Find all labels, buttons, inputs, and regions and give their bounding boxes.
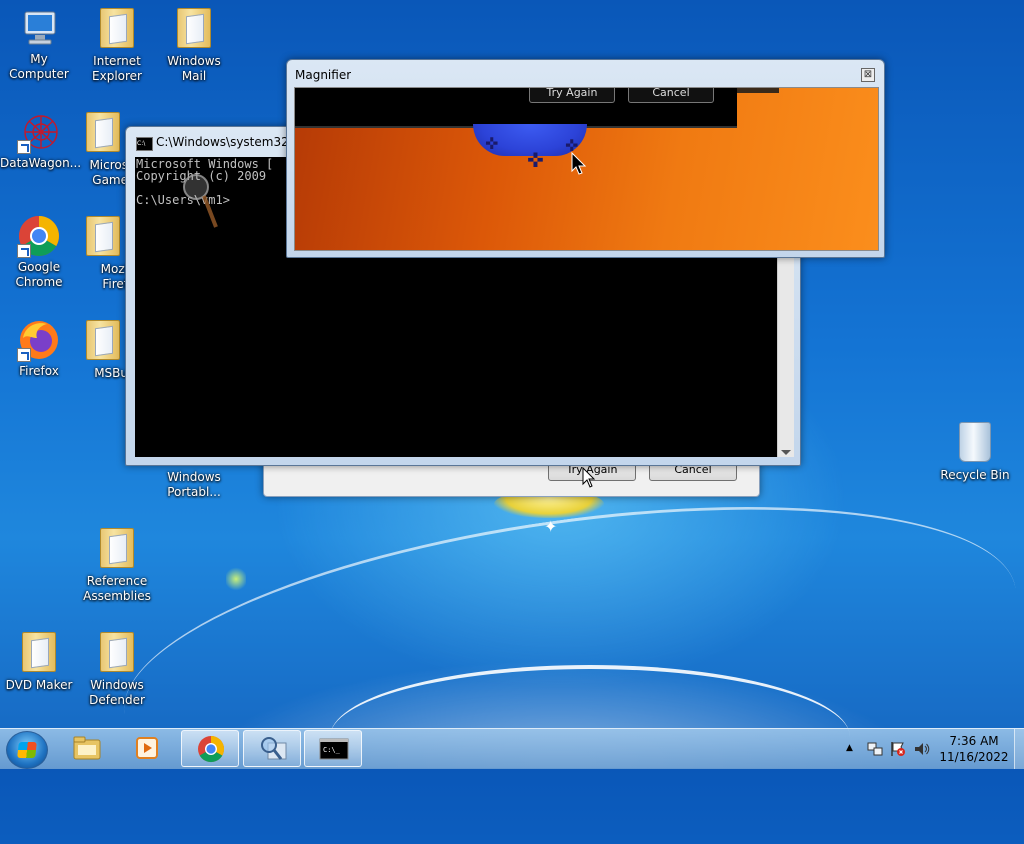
- cmd-window-title: C:\Windows\system32\c: [156, 135, 286, 149]
- magnified-view: Try Again Cancel ✜ ✜ ✜: [294, 87, 879, 251]
- shortcut-arrow-icon: [17, 244, 31, 258]
- folder-icon: [81, 320, 125, 364]
- windows-logo-icon: [17, 742, 37, 758]
- clock-time: 7:36 AM: [949, 734, 999, 748]
- chrome-icon: [17, 214, 61, 258]
- magnified-dialog: Try Again Cancel: [295, 88, 737, 128]
- magnifier-window[interactable]: Magnifier ⊠ Try Again Cancel ✜ ✜ ✜: [286, 59, 885, 258]
- desktop-icon-label: Google Chrome: [15, 260, 63, 289]
- media-player-icon: [136, 737, 158, 759]
- chrome-icon: [198, 735, 225, 763]
- desktop-icon-google-chrome[interactable]: Google Chrome: [0, 214, 78, 290]
- sparkle-icon: ✜: [485, 134, 499, 153]
- desktop-icon-label: Reference Assemblies: [83, 574, 151, 603]
- desktop-icon-label: Firefox: [19, 364, 59, 378]
- desktop-icon-label: DataWagon...: [0, 156, 82, 170]
- folder-icon: [81, 216, 125, 260]
- magnifier-lens-icon: [183, 174, 218, 228]
- taskbar: C:\_ ▲ 7:36 AM 11/16/2022: [0, 728, 1024, 769]
- taskbar-media-player[interactable]: [118, 730, 176, 767]
- desktop-icon-label: MSBu: [94, 366, 128, 380]
- cmd-icon: C:\_: [319, 738, 349, 760]
- folder-icon: [81, 112, 125, 156]
- computer-icon: [17, 6, 61, 50]
- scroll-down-icon[interactable]: [781, 450, 791, 455]
- shortcut-arrow-icon: [17, 140, 31, 154]
- desktop-icon-label: Micros Game: [89, 158, 128, 187]
- folder-icon: [172, 8, 216, 52]
- desktop-icon-mozilla-firefox[interactable]: Mozi Firef: [78, 214, 128, 292]
- shortcut-arrow-icon: [17, 348, 31, 362]
- firefox-icon: [17, 318, 61, 362]
- desktop-icon-windows-mail[interactable]: Windows Mail: [155, 6, 233, 84]
- system-tray: ▲: [842, 729, 932, 769]
- taskbar-chrome[interactable]: [181, 730, 239, 767]
- taskbar-cmd[interactable]: C:\_: [304, 730, 362, 767]
- desktop-icon-label: Recycle Bin: [940, 468, 1010, 482]
- desktop-icon-label: Mozi Firef: [100, 262, 128, 291]
- recycle-bin-icon: [953, 422, 997, 466]
- magnifier-icon: [261, 737, 287, 760]
- magnified-cancel-button: Cancel: [628, 88, 714, 103]
- desktop-icon-label: Windows Portabl...: [167, 470, 221, 499]
- folder-icon: [95, 8, 139, 52]
- desktop-icon-label: Windows Mail: [167, 54, 221, 83]
- taskbar-magnifier[interactable]: [243, 730, 301, 767]
- magnified-try-again-button: Try Again: [529, 88, 615, 103]
- cmd-icon: C:\: [136, 137, 153, 151]
- sparkle-icon: ✜: [527, 148, 544, 172]
- desktop-icon-label: Windows Defender: [89, 678, 145, 707]
- desktop-icon-recycle-bin[interactable]: Recycle Bin: [936, 422, 1014, 483]
- folder-icon: [95, 528, 139, 572]
- desktop-icon-firefox[interactable]: Firefox: [0, 318, 78, 379]
- clock-date: 11/16/2022: [939, 750, 1009, 764]
- volume-icon[interactable]: [913, 740, 931, 758]
- desktop-icon-datawagon[interactable]: DataWagon...: [0, 110, 82, 171]
- wallpaper-sparkle-icon: ✦: [544, 517, 558, 536]
- desktop-icon-msbuild[interactable]: MSBu: [78, 318, 128, 381]
- mouse-cursor-icon: [571, 152, 587, 175]
- close-icon[interactable]: ⊠: [861, 68, 875, 82]
- action-center-flag-icon[interactable]: [889, 740, 907, 758]
- desktop-icon-label: Internet Explorer: [92, 54, 142, 83]
- wallpaper-leaf: [226, 566, 246, 592]
- datawagon-icon: [17, 110, 61, 154]
- folder-icon: [73, 736, 101, 760]
- desktop-icon-dvd-maker[interactable]: DVD Maker: [0, 630, 78, 693]
- show-desktop-button[interactable]: [1014, 729, 1024, 769]
- desktop-icon-microsoft-games[interactable]: Micros Game: [78, 110, 128, 188]
- folder-icon: [17, 632, 61, 676]
- start-button[interactable]: [6, 731, 48, 769]
- network-icon[interactable]: [866, 740, 884, 758]
- taskbar-explorer[interactable]: [58, 730, 116, 767]
- desktop-icon-windows-defender[interactable]: Windows Defender: [78, 630, 156, 708]
- desktop-icon-reference-assemblies[interactable]: Reference Assemblies: [78, 526, 156, 604]
- show-hidden-icons-button[interactable]: ▲: [846, 743, 853, 753]
- svg-text:C:\_: C:\_: [323, 746, 341, 754]
- desktop-icon-my-computer[interactable]: My Computer: [0, 6, 78, 82]
- folder-icon: [95, 632, 139, 676]
- clock[interactable]: 7:36 AM 11/16/2022: [935, 733, 1013, 765]
- desktop-icon-label: My Computer: [9, 52, 69, 81]
- desktop-icon-internet-explorer[interactable]: Internet Explorer: [78, 6, 156, 84]
- magnifier-title: Magnifier: [295, 68, 352, 82]
- desktop-icon-label: DVD Maker: [5, 678, 73, 692]
- mouse-cursor-icon: [582, 467, 596, 488]
